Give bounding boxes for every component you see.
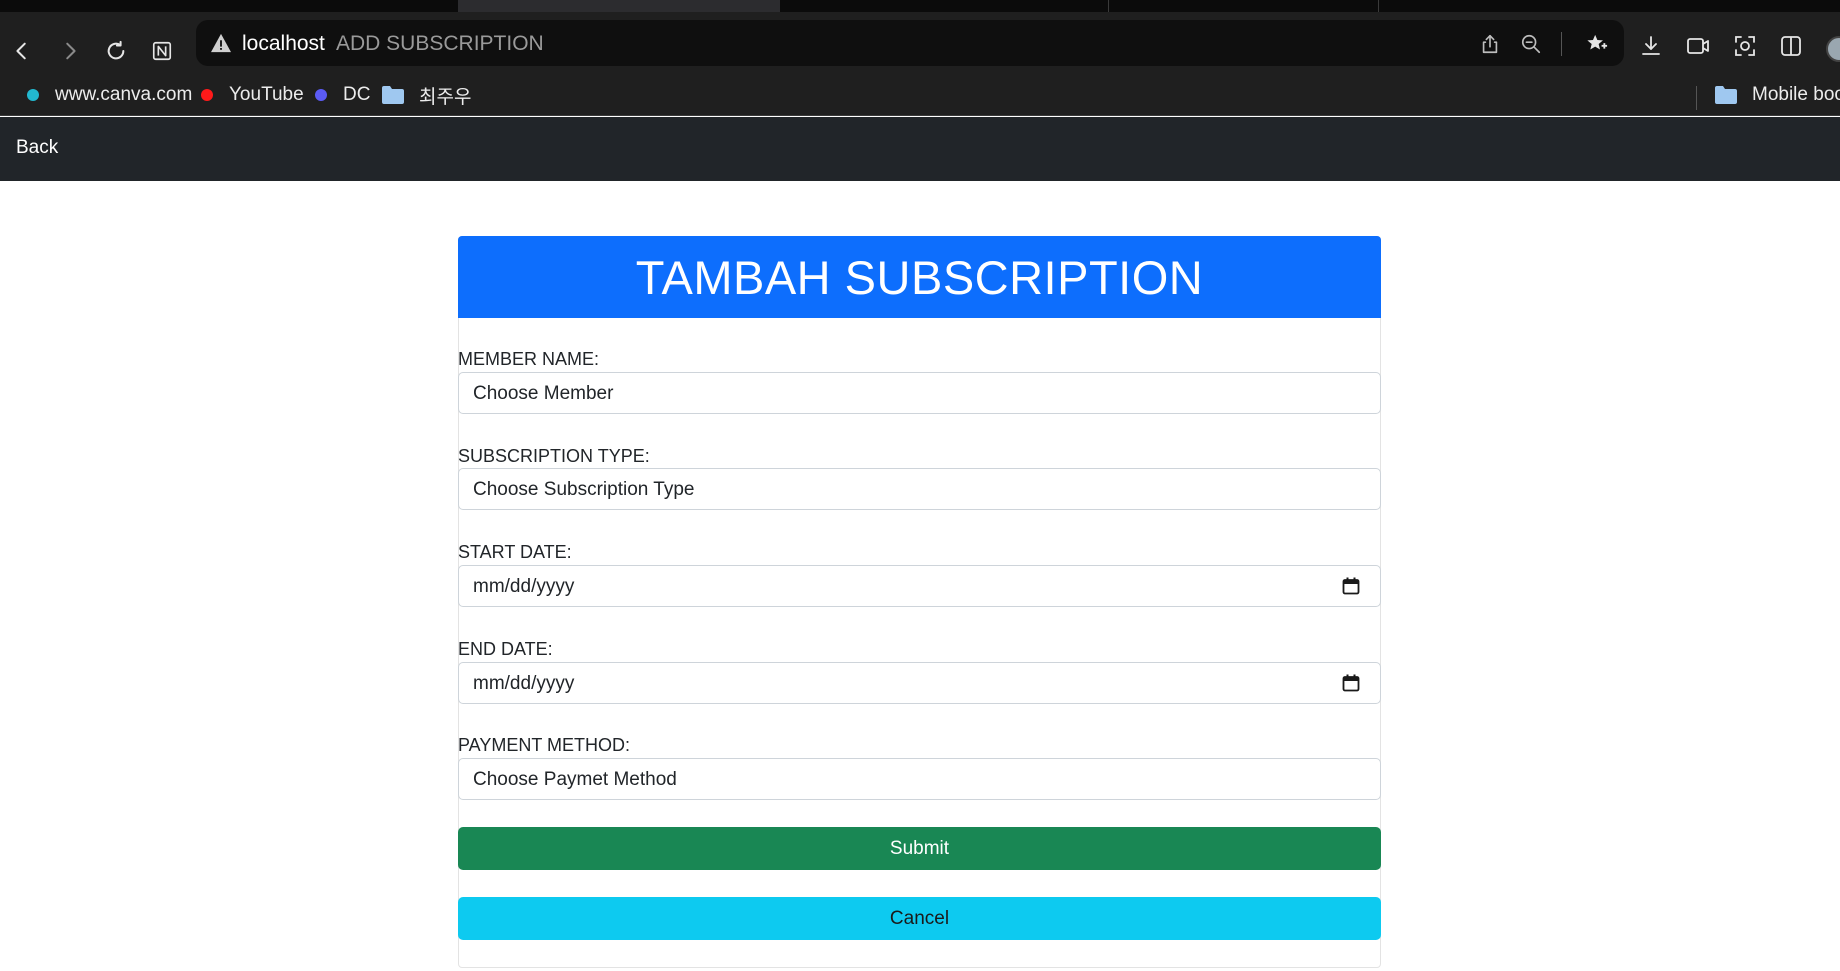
bookmarks-bar: www.canva.com YouTube DC 최주우 Mobile boo: [0, 76, 1840, 116]
back-arrow-icon[interactable]: [6, 35, 38, 67]
member-name-select[interactable]: Choose Member: [458, 372, 1381, 414]
bookmark-label: YouTube: [229, 84, 304, 105]
reload-icon[interactable]: [100, 35, 132, 67]
start-date-label: START DATE:: [458, 542, 572, 562]
not-secure-warning-icon[interactable]: [210, 33, 232, 53]
subscription-type-value: Choose Subscription Type: [473, 479, 695, 500]
bookmark-dc[interactable]: DC: [315, 80, 370, 110]
bookmark-label: www.canva.com: [55, 84, 193, 105]
url-host: localhost: [242, 32, 325, 55]
tab-divider: [1108, 0, 1109, 12]
download-icon[interactable]: [1637, 32, 1665, 60]
start-date-value: mm/dd/yyyy: [473, 576, 575, 597]
calendar-icon[interactable]: [1342, 577, 1360, 595]
forward-arrow-icon[interactable]: [54, 35, 86, 67]
payment-method-value: Choose Paymet Method: [473, 769, 677, 790]
member-name-label: MEMBER NAME:: [458, 349, 600, 369]
start-date-input[interactable]: mm/dd/yyyy: [458, 565, 1381, 607]
split-view-icon[interactable]: [1777, 32, 1805, 60]
share-icon[interactable]: [1478, 32, 1502, 56]
subscription-type-select[interactable]: Choose Subscription Type: [458, 468, 1381, 510]
bookmark-youtube[interactable]: YouTube: [201, 80, 304, 110]
cancel-button[interactable]: Cancel: [458, 897, 1381, 940]
end-date-input[interactable]: mm/dd/yyyy: [458, 662, 1381, 704]
end-date-label: END DATE:: [458, 639, 553, 659]
end-date-value: mm/dd/yyyy: [473, 673, 575, 694]
calendar-icon[interactable]: [1342, 674, 1360, 692]
url-page-title: ADD SUBSCRIPTION: [336, 32, 544, 55]
favorites-star-icon[interactable]: [1585, 32, 1609, 56]
back-link[interactable]: Back: [16, 137, 58, 159]
submit-button[interactable]: Submit: [458, 827, 1381, 870]
bookmark-label: DC: [343, 84, 371, 105]
screen-cast-icon[interactable]: [1684, 32, 1712, 60]
form-title: TAMBAH SUBSCRIPTION: [635, 250, 1204, 304]
tab-divider: [1378, 0, 1379, 12]
profile-avatar[interactable]: [1826, 36, 1840, 62]
payment-method-label: PAYMENT METHOD:: [458, 735, 631, 755]
canva-dot-icon: [27, 89, 39, 101]
address-divider: [1561, 32, 1562, 56]
bookmark-folder-korean[interactable]: 최주우: [381, 80, 471, 110]
browser-toolbar: localhost ADD SUBSCRIPTION www.canva.com…: [0, 12, 1840, 116]
dc-dot-icon: [315, 89, 327, 101]
bookmark-mobile-folder[interactable]: Mobile boo: [1714, 80, 1840, 110]
bookmark-canva[interactable]: www.canva.com: [27, 80, 192, 110]
screenshot-icon[interactable]: [1731, 32, 1759, 60]
subscription-type-label: SUBSCRIPTION TYPE:: [458, 446, 650, 466]
youtube-dot-icon: [201, 89, 213, 101]
notion-extension-icon[interactable]: [146, 35, 178, 67]
payment-method-select[interactable]: Choose Paymet Method: [458, 758, 1381, 800]
zoom-out-icon[interactable]: [1519, 32, 1543, 56]
address-bar[interactable]: localhost ADD SUBSCRIPTION: [196, 20, 1624, 66]
bookmark-label: Mobile boo: [1752, 84, 1840, 105]
folder-icon: [382, 86, 404, 104]
folder-icon: [1715, 86, 1737, 104]
bookmarks-divider: [1696, 86, 1697, 110]
active-tab[interactable]: [458, 0, 780, 12]
app-navbar: Back: [0, 117, 1840, 181]
member-name-value: Choose Member: [473, 383, 614, 404]
tab-strip: [0, 0, 1840, 12]
form-header: TAMBAH SUBSCRIPTION: [458, 236, 1381, 318]
bookmark-label: 최주우: [419, 86, 472, 108]
